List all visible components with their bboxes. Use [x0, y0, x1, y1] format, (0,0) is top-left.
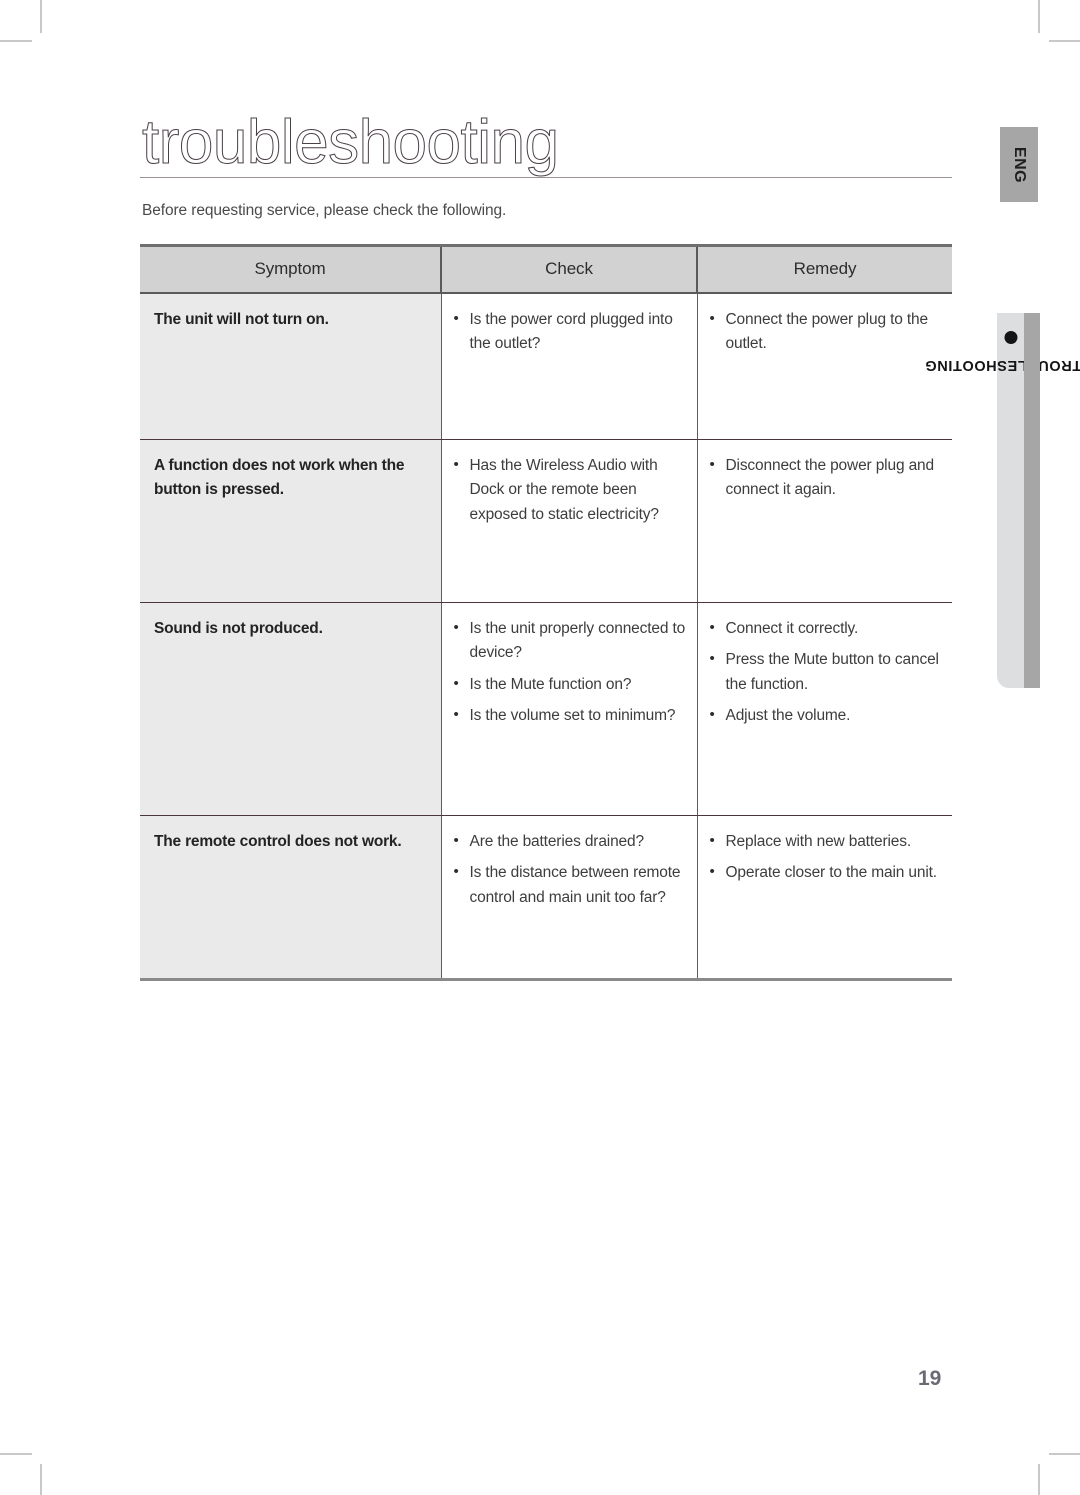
table-header-row: Symptom Check Remedy — [140, 244, 952, 294]
remedy-list: Replace with new batteries. Operate clos… — [710, 829, 943, 886]
remedy-cell: Replace with new batteries. Operate clos… — [697, 815, 952, 981]
list-item: Press the Mute button to cancel the func… — [710, 647, 943, 697]
crop-mark-top-left-vertical — [40, 0, 42, 33]
section-tab: TROUBLESHOOTING — [924, 313, 1080, 688]
heading-divider — [140, 177, 952, 178]
list-item: Is the power cord plugged into the outle… — [454, 307, 687, 357]
table-row: Sound is not produced. Is the unit prope… — [140, 602, 952, 816]
crop-mark-top-right-vertical — [1038, 0, 1040, 33]
language-tab-label: ENG — [1011, 146, 1028, 183]
list-item: Is the distance between remote control a… — [454, 860, 687, 910]
language-tab: ENG — [1000, 127, 1038, 202]
list-item: Are the batteries drained? — [454, 829, 687, 854]
list-item: Is the unit properly connected to device… — [454, 616, 687, 666]
symptom-cell: The unit will not turn on. — [140, 293, 442, 440]
check-cell: Has the Wireless Audio with Dock or the … — [441, 439, 698, 603]
column-header-check: Check — [441, 244, 698, 294]
page-title: troubleshooting — [141, 108, 559, 177]
remedy-cell: Connect it correctly. Press the Mute but… — [697, 602, 952, 816]
table-row: A function does not work when the button… — [140, 439, 952, 603]
list-item: Operate closer to the main unit. — [710, 860, 943, 885]
remedy-list: Connect the power plug to the outlet. — [710, 307, 943, 357]
remedy-cell: Connect the power plug to the outlet. — [697, 293, 952, 440]
list-item: Disconnect the power plug and connect it… — [710, 453, 943, 503]
crop-mark-bottom-right-vertical — [1038, 1464, 1040, 1495]
crop-mark-top-left-horizontal — [0, 40, 32, 42]
remedy-cell: Disconnect the power plug and connect it… — [697, 439, 952, 603]
troubleshooting-table: Symptom Check Remedy The unit will not t… — [140, 244, 952, 981]
list-item: Is the Mute function on? — [454, 672, 687, 697]
symptom-cell: The remote control does not work. — [140, 815, 442, 981]
check-list: Are the batteries drained? Is the distan… — [454, 829, 687, 910]
intro-text: Before requesting service, please check … — [142, 202, 507, 219]
crop-mark-bottom-left-vertical — [40, 1464, 42, 1495]
check-list: Is the power cord plugged into the outle… — [454, 307, 687, 357]
list-item: Is the volume set to minimum? — [454, 703, 687, 728]
section-tab-label: TROUBLESHOOTING — [924, 357, 1080, 373]
remedy-list: Connect it correctly. Press the Mute but… — [710, 616, 943, 729]
symptom-cell: A function does not work when the button… — [140, 439, 442, 603]
check-list: Has the Wireless Audio with Dock or the … — [454, 453, 687, 527]
check-cell: Is the unit properly connected to device… — [441, 602, 698, 816]
list-item: Adjust the volume. — [710, 703, 943, 728]
check-cell: Are the batteries drained? Is the distan… — [441, 815, 698, 981]
column-header-symptom: Symptom — [140, 244, 442, 294]
column-header-remedy: Remedy — [697, 244, 952, 294]
list-item: Connect it correctly. — [710, 616, 943, 641]
chapter-heading: troubleshooting — [140, 108, 952, 184]
section-tab-strip — [1024, 313, 1040, 688]
list-item: Replace with new batteries. — [710, 829, 943, 854]
crop-mark-bottom-right-horizontal — [1049, 1453, 1080, 1455]
check-cell: Is the power cord plugged into the outle… — [441, 293, 698, 440]
symptom-cell: Sound is not produced. — [140, 602, 442, 816]
bullet-dot-icon — [1004, 331, 1017, 344]
remedy-list: Disconnect the power plug and connect it… — [710, 453, 943, 503]
list-item: Has the Wireless Audio with Dock or the … — [454, 453, 687, 527]
list-item: Connect the power plug to the outlet. — [710, 307, 943, 357]
table-row: The unit will not turn on. Is the power … — [140, 293, 952, 440]
check-list: Is the unit properly connected to device… — [454, 616, 687, 729]
crop-mark-top-right-horizontal — [1049, 40, 1080, 42]
table-row: The remote control does not work. Are th… — [140, 815, 952, 981]
page-number: 19 — [918, 1367, 942, 1390]
crop-mark-bottom-left-horizontal — [0, 1453, 32, 1455]
